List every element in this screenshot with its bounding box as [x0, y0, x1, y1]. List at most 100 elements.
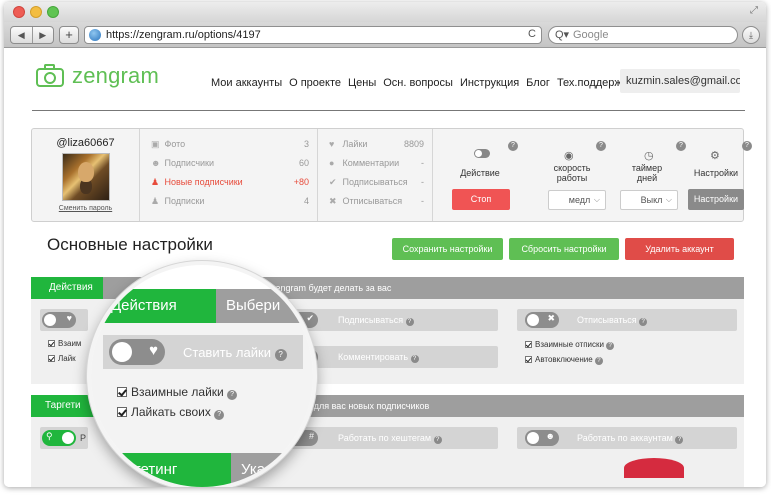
forward-button[interactable]: ▶: [33, 27, 54, 43]
magnified-tab-specify: Ука: [231, 453, 313, 487]
control-speed: ? ◉ скорость работы медл ⌵: [534, 129, 606, 221]
clock-icon: ◷: [644, 150, 654, 162]
stat-label: Подписываться: [342, 177, 408, 187]
page-content: zengram Мои аккаунты О проекте Цены Осн.…: [4, 49, 766, 487]
checkbox-icon: [48, 355, 55, 362]
address-bar[interactable]: https://zengram.ru/options/4197 C: [84, 26, 542, 44]
close-window-button[interactable]: [13, 6, 25, 18]
help-icon[interactable]: ?: [742, 141, 752, 151]
help-icon[interactable]: ?: [433, 436, 442, 444]
checkbox-mutual-unfollows[interactable]: Взаимные отписки ?: [525, 340, 615, 350]
settings-button[interactable]: Настройки: [688, 189, 744, 210]
heart-icon: ♥: [149, 342, 158, 359]
speed-select[interactable]: медл ⌵: [548, 190, 606, 210]
stat-comments: ● Комментарии -: [329, 158, 424, 172]
stop-button[interactable]: Стоп: [452, 189, 510, 210]
downloads-icon[interactable]: ⤓: [742, 26, 760, 44]
help-icon[interactable]: ?: [675, 436, 684, 444]
stat-value: -: [421, 177, 424, 187]
main-nav: Мои аккаунты О проекте Цены Осн. вопросы…: [211, 77, 633, 89]
nav-faq[interactable]: Осн. вопросы: [383, 77, 453, 89]
help-icon[interactable]: ?: [594, 357, 603, 365]
nav-about[interactable]: О проекте: [289, 77, 341, 89]
change-password-link[interactable]: Сменить пароль: [32, 205, 139, 212]
geo-toggle[interactable]: ⚲: [42, 430, 76, 446]
check-icon: ✔: [329, 177, 337, 187]
new-tab-button[interactable]: +: [59, 26, 79, 44]
save-settings-button[interactable]: Сохранить настройки: [392, 238, 503, 260]
stat-value: +80: [293, 177, 309, 187]
settings-label: Настройки: [693, 168, 739, 178]
stat-value: 60: [298, 158, 309, 168]
minimize-window-button[interactable]: [30, 6, 42, 18]
checkbox-auto-enable[interactable]: Автовключение ?: [525, 355, 603, 365]
user-icon: ♟: [151, 177, 160, 187]
help-icon[interactable]: ?: [606, 342, 615, 350]
accounts-label: Работать по аккаунтам ?: [577, 427, 684, 449]
accounts-toggle[interactable]: ☻: [525, 430, 559, 446]
fullscreen-icon[interactable]: ⤢: [750, 5, 758, 16]
like-card-header: ♥: [40, 309, 88, 331]
timer-label-line2: дней: [636, 173, 658, 183]
stat-label: Фото: [164, 139, 186, 149]
help-icon: ?: [227, 390, 238, 400]
like-toggle[interactable]: ♥: [42, 312, 76, 328]
stats-column-profile: ▣ Фото 3 ☻ Подписчики 60 ♟ Новые подписч…: [141, 129, 318, 221]
speedometer-icon: ◉: [564, 150, 574, 162]
stat-label: Лайки: [342, 139, 368, 149]
title-bar: ⤢: [4, 2, 766, 22]
followers-icon: ☻: [151, 158, 161, 168]
zoom-window-button[interactable]: [47, 6, 59, 18]
stat-value: 8809: [403, 139, 424, 149]
geo-card: ⚲ Р: [40, 427, 88, 449]
logo[interactable]: zengram: [34, 61, 159, 91]
stat-likes: ♥ Лайки 8809: [329, 139, 424, 153]
camera-icon: [34, 63, 66, 89]
nav-my-accounts[interactable]: Мои аккаунты: [211, 77, 282, 89]
magnified-like-label: Ставить лайки ?: [183, 345, 287, 361]
stat-follows: ✔ Подписываться -: [329, 177, 424, 191]
stat-value: -: [421, 158, 424, 168]
account-card: @liza60667 Сменить пароль: [32, 129, 140, 221]
speed-value: медл: [568, 195, 591, 205]
nav-prices[interactable]: Цены: [348, 77, 376, 89]
heart-icon: ♥: [329, 139, 335, 149]
photo-icon: ▣: [151, 139, 160, 149]
stat-following: ♟ Подписки 4: [151, 196, 309, 210]
chevron-down-icon: ⌵: [593, 195, 600, 204]
help-icon[interactable]: ?: [639, 318, 648, 326]
back-button[interactable]: ◀: [11, 27, 33, 43]
checkbox-like-own[interactable]: Лайк: [48, 354, 76, 363]
timer-select[interactable]: Выкл ⌵: [620, 190, 678, 210]
stat-label: Новые подписчики: [164, 177, 243, 187]
cross-icon: ✖: [329, 196, 337, 206]
help-icon[interactable]: ?: [405, 318, 414, 326]
help-icon[interactable]: ?: [508, 141, 518, 151]
magnified-like-toggle: ♥: [109, 339, 165, 365]
toggle-icon: [474, 149, 490, 158]
users-icon: ☻: [545, 431, 555, 441]
bot-controls: ? Действие Стоп ? ◉ скорость работы медл…: [434, 129, 752, 221]
reload-icon[interactable]: C: [528, 28, 536, 40]
magnified-checkbox-like-own: Лайкать своих ?: [117, 405, 225, 420]
nav-blog[interactable]: Блог: [526, 77, 550, 89]
checkbox-icon: [117, 387, 127, 397]
account-username: @liza60667: [56, 137, 115, 149]
browser-toolbar: ◀ ▶ + https://zengram.ru/options/4197 C …: [4, 22, 766, 48]
help-icon[interactable]: ?: [410, 355, 419, 363]
action-label: Действие: [460, 168, 500, 178]
stats-column-activity: ♥ Лайки 8809 ● Комментарии - ✔ Подписыва…: [319, 129, 433, 221]
heart-icon: ♥: [66, 313, 72, 323]
unfollow-toggle[interactable]: ✖: [525, 312, 559, 328]
delete-account-button[interactable]: Удалить аккаунт: [625, 238, 734, 260]
nav-instructions[interactable]: Инструкция: [460, 77, 519, 89]
search-input[interactable]: Q▾ Google: [548, 26, 738, 44]
stat-photos: ▣ Фото 3: [151, 139, 309, 153]
user-email-menu[interactable]: kuzmin.sales@gmail.com: [620, 69, 740, 93]
reset-settings-button[interactable]: Сбросить настройки: [509, 238, 619, 260]
control-action: ? Действие Стоп: [434, 129, 534, 221]
account-stats-panel: @liza60667 Сменить пароль ▣ Фото 3 ☻ Под…: [31, 128, 752, 222]
stat-label: Комментарии: [342, 158, 400, 168]
checkbox-mutual-likes[interactable]: Взаим: [48, 339, 81, 348]
globe-icon: [89, 29, 101, 41]
